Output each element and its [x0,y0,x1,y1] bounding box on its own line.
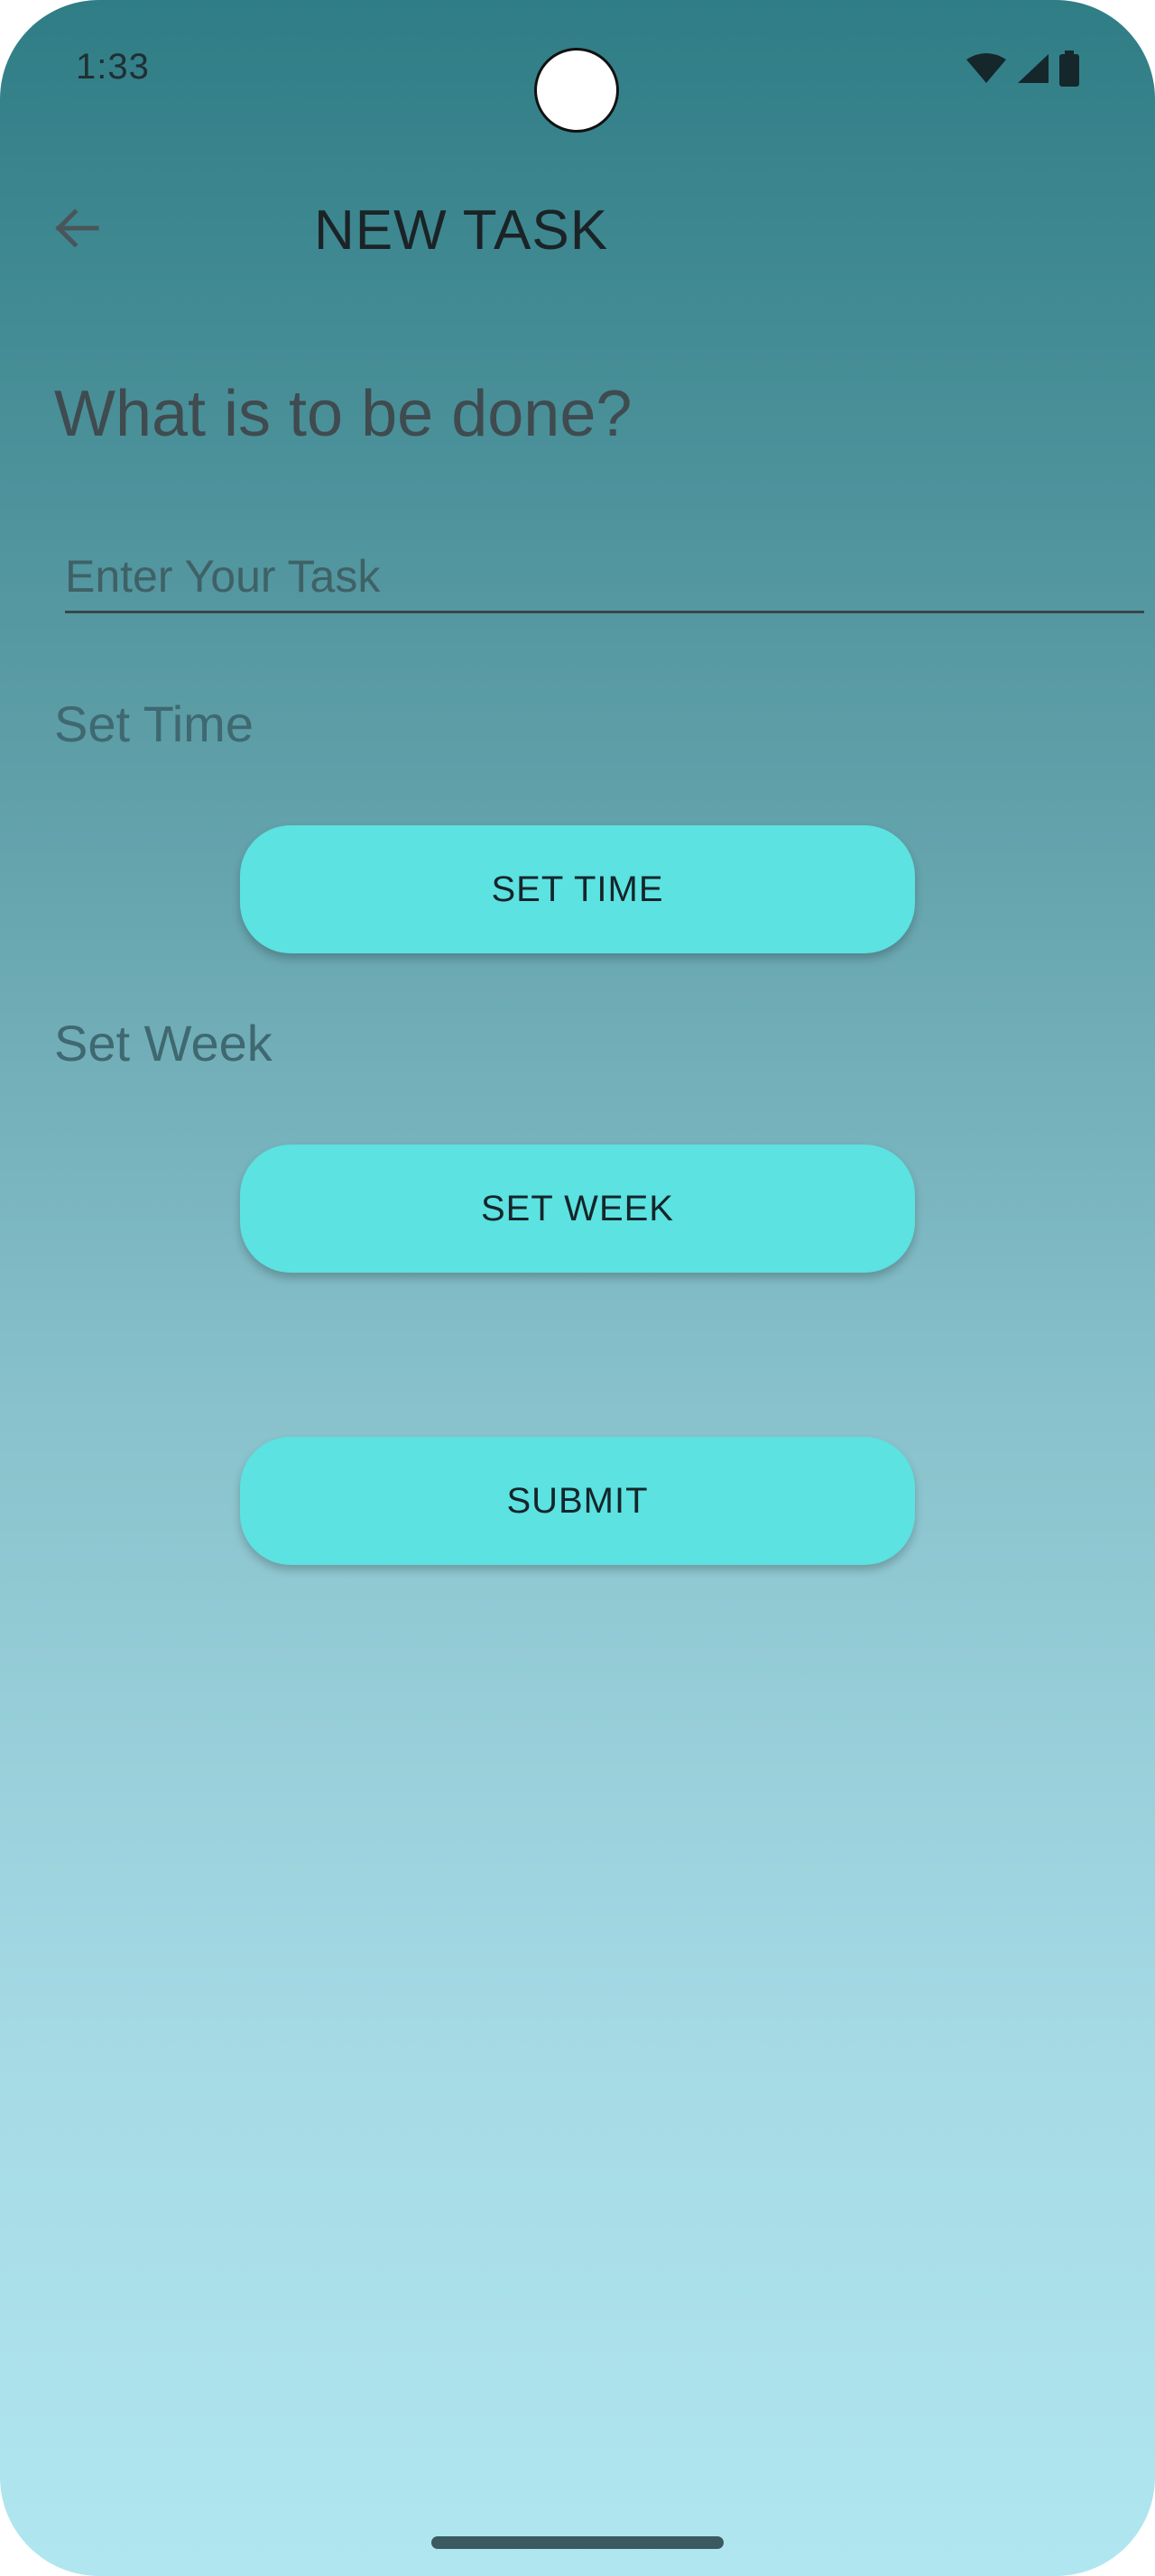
cellular-signal-icon [1016,52,1050,85]
app-bar: NEW TASK [0,171,1155,289]
status-bar: 1:33 [0,0,1155,135]
back-button[interactable] [45,198,108,262]
submit-button[interactable]: SUBMIT [240,1437,915,1565]
status-icons [966,51,1079,87]
arrow-back-icon [51,203,102,258]
status-time: 1:33 [76,47,150,87]
task-input[interactable] [65,541,1144,613]
phone-screen: 1:33 NEW TASK What is to be done? Enter … [0,0,1155,2576]
task-question-heading: What is to be done? [54,378,633,450]
wifi-icon [966,52,1007,85]
set-week-button[interactable]: SET WEEK [240,1145,915,1273]
set-time-button[interactable]: SET TIME [240,825,915,953]
set-week-label: Set Week [54,1015,273,1072]
home-indicator[interactable] [431,2536,724,2549]
battery-icon [1059,51,1079,87]
page-title: NEW TASK [314,199,609,262]
camera-cutout [534,48,619,133]
set-time-label: Set Time [54,695,254,752]
